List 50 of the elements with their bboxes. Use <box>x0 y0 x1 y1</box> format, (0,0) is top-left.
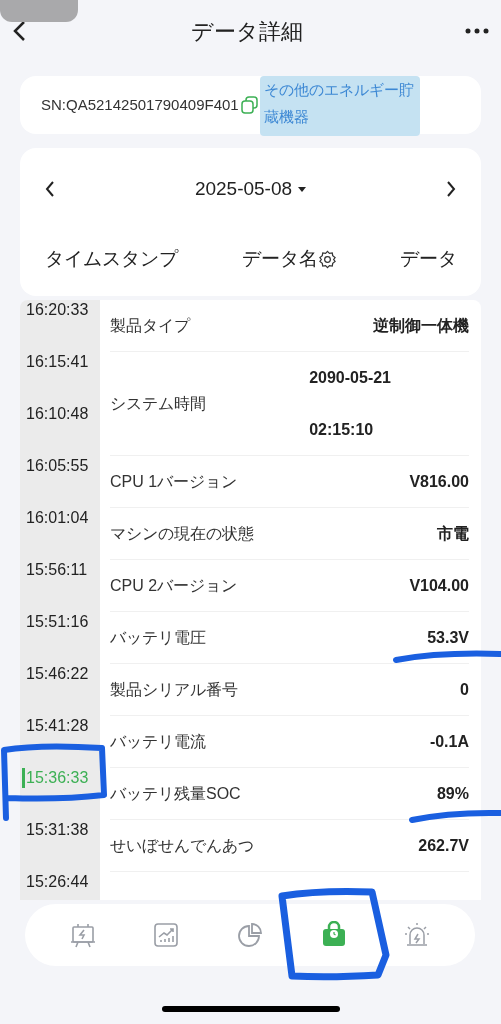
data-name-cell-text: バッテリ電圧 <box>110 627 206 648</box>
more-icon[interactable] <box>465 28 489 34</box>
data-value-cell-text: 2090-05-21 <box>309 367 391 388</box>
timestamp-item[interactable]: 15:31:38 <box>22 820 89 840</box>
data-name-cell-text: CPU 2バージョン <box>110 575 238 596</box>
presentation-board-icon[interactable] <box>68 921 97 949</box>
data-name-cell-text: バッテリ残量SOC <box>110 783 241 804</box>
serial-number: SN:QA52142501790409F401 <box>41 94 239 115</box>
data-name-cell-text: CPU 1バージョン <box>110 471 238 492</box>
timestamp-item[interactable]: 15:46:22 <box>22 664 89 684</box>
timestamp-item[interactable]: 15:41:28 <box>22 716 89 736</box>
previous-day-icon[interactable] <box>44 180 56 198</box>
data-value-cell-text: 市電 <box>437 523 469 544</box>
timestamp-item[interactable]: 16:15:41 <box>22 352 89 372</box>
data-value-cell-text: 262.7V <box>418 835 469 856</box>
timestamp-item[interactable]: 16:10:48 <box>22 404 89 424</box>
line-chart-icon[interactable] <box>152 921 181 949</box>
data-name-cell-text: せいぼせんでんあつ <box>110 835 254 856</box>
data-value-cell-text: 53.3V <box>427 627 469 648</box>
timestamp-item[interactable]: 16:05:55 <box>22 456 89 476</box>
timestamp-item[interactable]: 15:56:11 <box>22 560 88 580</box>
next-day-icon[interactable] <box>445 180 457 198</box>
data-value-cell-text: 逆制御一体機 <box>373 315 469 336</box>
pie-chart-icon[interactable] <box>236 921 264 949</box>
timestamp-item[interactable]: 15:26:44 <box>22 872 89 892</box>
timestamp-item[interactable]: 16:20:33 <box>22 300 89 320</box>
data-name-cell-text: 製品シリアル番号 <box>110 679 238 700</box>
caret-icon <box>298 186 307 192</box>
timestamp-item[interactable]: 15:51:16 <box>22 612 89 632</box>
settings-icon[interactable] <box>317 249 337 269</box>
data-value-cell-text: 0 <box>460 679 469 700</box>
data-name-cell-text: バッテリ電流 <box>110 731 206 752</box>
data-name-cell-text: 製品タイプ <box>110 315 190 336</box>
timestamp-item[interactable]: 16:01:04 <box>22 508 89 528</box>
column-header: データ名 <box>241 246 318 271</box>
page-title: データ詳細 <box>190 17 303 46</box>
data-value-cell-text: V104.00 <box>409 575 469 596</box>
alarm-light-icon[interactable] <box>403 921 432 949</box>
data-value-cell-text: -0.1A <box>429 731 469 752</box>
data-value-cell-text: 02:15:10 <box>309 419 374 440</box>
copy-icon[interactable] <box>240 96 258 114</box>
column-header: タイムスタンプ <box>45 246 178 271</box>
data-name-cell-text: マシンの現在の状態 <box>110 523 254 544</box>
column-header: データ <box>400 246 457 271</box>
data-value-cell-text: 89% <box>436 783 469 804</box>
data-name-cell-text: システム時間 <box>110 393 206 414</box>
date-dropdown[interactable]: 2025-05-08 <box>194 174 307 204</box>
data-value-cell-text: V816.00 <box>409 471 469 492</box>
category-tag: その他のエネルギー貯蔵機器 <box>259 76 420 136</box>
back-icon[interactable] <box>12 20 28 42</box>
